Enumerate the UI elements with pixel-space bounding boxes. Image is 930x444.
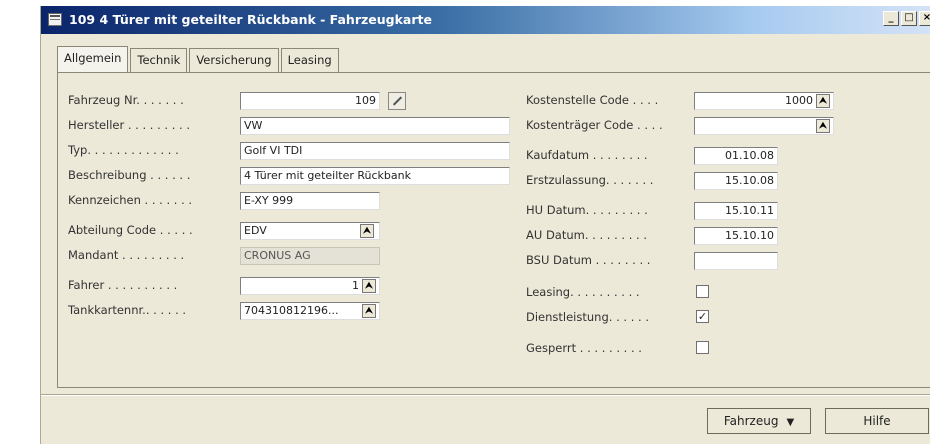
kostentraeger-lookup-icon[interactable]: ⮝ bbox=[816, 119, 830, 133]
typ-label: Typ. . . . . . . . . . . . . bbox=[68, 143, 179, 157]
beschreibung-label: Beschreibung . . . . . . bbox=[68, 168, 191, 182]
leasing-label: Leasing. . . . . . . . . . bbox=[526, 285, 640, 299]
hu-datum-label: HU Datum. . . . . . . . . bbox=[526, 203, 648, 217]
au-datum-field[interactable]: 15.10.10 bbox=[694, 227, 778, 245]
kostenstelle-lookup-icon[interactable]: ⮝ bbox=[816, 94, 830, 108]
leasing-checkbox[interactable] bbox=[696, 285, 709, 298]
general-panel: Fahrzeug Nr. . . . . . . 109 Hersteller … bbox=[57, 72, 930, 388]
tab-allgemein[interactable]: Allgemein bbox=[57, 46, 129, 72]
kostenstelle-code-field[interactable]: 1000 bbox=[694, 92, 834, 110]
fahrer-label: Fahrer . . . . . . . . . . bbox=[68, 278, 178, 292]
hersteller-field[interactable]: VW bbox=[240, 117, 510, 135]
tab-leasing[interactable]: Leasing bbox=[280, 48, 339, 72]
abteilung-code-field[interactable]: EDV bbox=[240, 222, 380, 240]
tankkartennr-label: Tankkartennr.. . . . . . bbox=[68, 303, 187, 317]
bsu-datum-label: BSU Datum . . . . . . . . bbox=[526, 253, 651, 267]
au-datum-label: AU Datum. . . . . . . . . bbox=[526, 228, 647, 242]
close-button[interactable]: × bbox=[919, 11, 930, 26]
kaufdatum-field[interactable]: 01.10.08 bbox=[694, 147, 778, 165]
tab-versicherung[interactable]: Versicherung bbox=[189, 48, 279, 72]
gesperrt-checkbox[interactable] bbox=[696, 341, 709, 354]
kennzeichen-field[interactable]: E-XY 999 bbox=[240, 192, 380, 210]
card-icon bbox=[48, 13, 62, 26]
kostentraeger-code-field[interactable] bbox=[694, 117, 834, 135]
maximize-button[interactable]: □ bbox=[901, 11, 917, 26]
dienstleistung-checkbox[interactable]: ✓ bbox=[696, 310, 709, 323]
mandant-label: Mandant . . . . . . . . . bbox=[68, 248, 185, 262]
tab-bar: Allgemein Technik Versicherung Leasing bbox=[57, 46, 341, 72]
vehicle-card-window: 109 4 Türer mit geteilter Rückbank - Fah… bbox=[40, 6, 930, 444]
gesperrt-label: Gesperrt . . . . . . . . . bbox=[526, 341, 642, 355]
erstzulassung-label: Erstzulassung. . . . . . . bbox=[526, 173, 654, 187]
kaufdatum-label: Kaufdatum . . . . . . . . bbox=[526, 148, 648, 162]
footer-separator bbox=[41, 394, 930, 396]
hersteller-label: Hersteller . . . . . . . . . bbox=[68, 118, 191, 132]
fahrer-field[interactable]: 1 bbox=[240, 277, 380, 295]
beschreibung-field[interactable]: 4 Türer mit geteilter Rückbank bbox=[240, 167, 510, 185]
abteilung-code-label: Abteilung Code . . . . . bbox=[68, 223, 193, 237]
typ-field[interactable]: Golf VI TDI bbox=[240, 142, 510, 160]
erstzulassung-field[interactable]: 15.10.08 bbox=[694, 172, 778, 190]
bsu-datum-field[interactable] bbox=[694, 252, 778, 270]
tankkarte-lookup-icon[interactable]: ⮝ bbox=[362, 304, 376, 318]
chevron-down-icon: ▼ bbox=[786, 417, 795, 428]
mandant-field: CRONUS AG bbox=[240, 247, 380, 265]
hu-datum-field[interactable]: 15.10.11 bbox=[694, 202, 778, 220]
tankkartennr-field[interactable]: 704310812196... bbox=[240, 302, 380, 320]
kostenstelle-code-label: Kostenstelle Code . . . . bbox=[526, 93, 659, 107]
tab-technik[interactable]: Technik bbox=[130, 48, 188, 72]
window-title: 109 4 Türer mit geteilter Rückbank - Fah… bbox=[69, 12, 432, 27]
dienstleistung-label: Dienstleistung. . . . . . bbox=[526, 310, 649, 324]
fahrzeug-nr-label: Fahrzeug Nr. . . . . . . bbox=[68, 93, 184, 107]
fahrzeug-nr-field[interactable]: 109 bbox=[240, 92, 380, 110]
kennzeichen-label: Kennzeichen . . . . . . . bbox=[68, 193, 193, 207]
hilfe-button[interactable]: Hilfe bbox=[825, 408, 929, 434]
fahrzeug-menu-button[interactable]: Fahrzeug ▼ bbox=[707, 408, 811, 434]
kostentraeger-code-label: Kostenträger Code . . . . bbox=[526, 118, 663, 132]
abteilung-lookup-icon[interactable]: ⮝ bbox=[360, 224, 374, 238]
fahrer-lookup-icon[interactable]: ⮝ bbox=[362, 279, 376, 293]
fahrzeug-button-label: Fahrzeug bbox=[723, 414, 779, 428]
assist-edit-icon[interactable] bbox=[388, 92, 406, 110]
title-bar: 109 4 Türer mit geteilter Rückbank - Fah… bbox=[41, 6, 930, 34]
minimize-button[interactable]: _ bbox=[883, 11, 899, 26]
